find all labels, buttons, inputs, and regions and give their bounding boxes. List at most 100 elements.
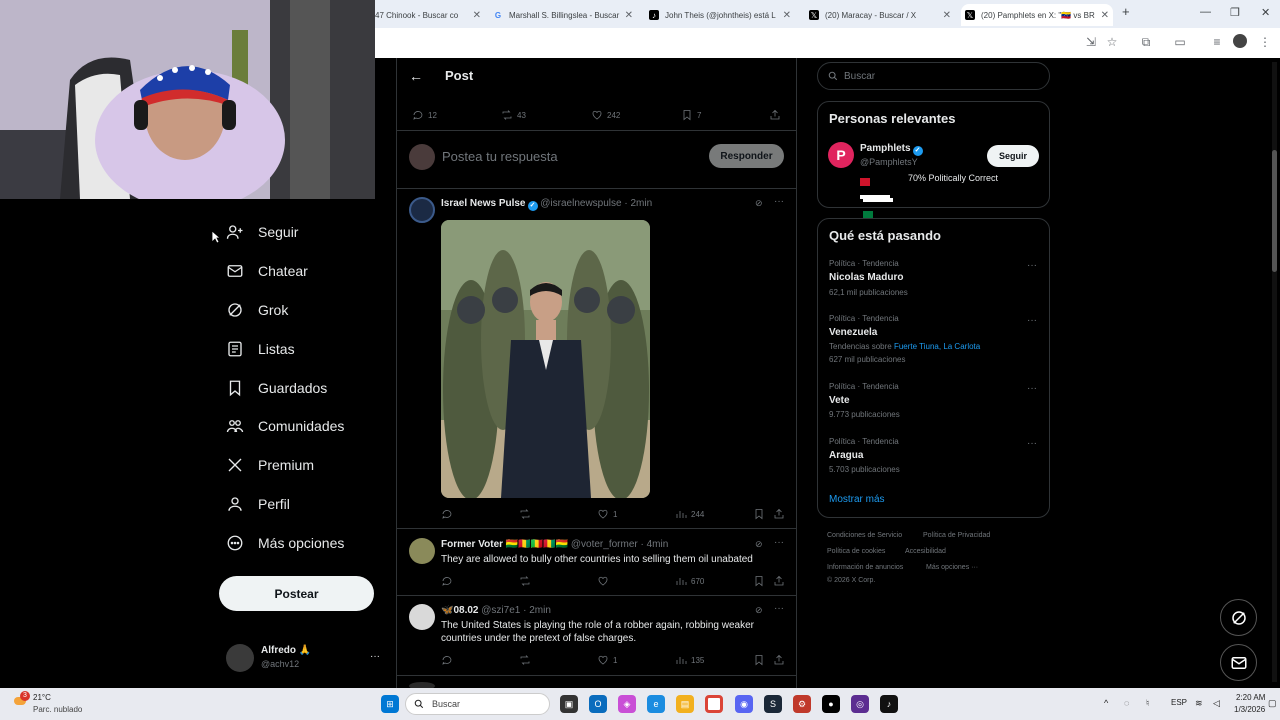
install-app-icon[interactable]: ⇲ xyxy=(1083,35,1099,49)
grok-icon[interactable]: ⊘ xyxy=(755,198,763,209)
minimize-button[interactable]: — xyxy=(1200,6,1211,18)
footer-link[interactable]: Más opciones ··· xyxy=(926,564,978,571)
reply-submit-button[interactable]: Responder xyxy=(709,144,784,168)
share-button[interactable] xyxy=(773,508,789,520)
sidebar-item-chatear[interactable]: Chatear xyxy=(226,256,308,286)
browser-tab[interactable]: G Marshall S. Billingslea - Buscar ✕ xyxy=(487,4,637,26)
reply-button[interactable] xyxy=(441,654,457,666)
browser-tab[interactable]: ♪ John Theis (@johntheis) está L ✕ xyxy=(645,4,795,26)
close-tab-icon[interactable]: ✕ xyxy=(1101,10,1109,21)
close-tab-icon[interactable]: ✕ xyxy=(625,10,633,21)
close-tab-icon[interactable]: ✕ xyxy=(783,10,791,21)
share-button[interactable] xyxy=(773,575,789,587)
game-launcher-icon[interactable]: ⚙ xyxy=(793,695,811,713)
bookmark-button[interactable]: 7 xyxy=(681,109,701,121)
footer-link[interactable]: Política de Privacidad xyxy=(923,532,990,539)
sidebar-item-grok[interactable]: Grok xyxy=(226,295,288,325)
grok-icon[interactable]: ⊘ xyxy=(755,539,763,550)
browser-tab[interactable]: 𝕏 (20) Maracay - Buscar / X ✕ xyxy=(805,4,955,26)
sidebar-item-perfil[interactable]: Perfil xyxy=(226,489,290,519)
language-indicator[interactable]: ESP xyxy=(1171,698,1187,707)
footer-link[interactable]: Política de cookies xyxy=(827,548,885,555)
mic-tray-icon[interactable]: ♮ xyxy=(1146,698,1149,709)
avatar[interactable] xyxy=(409,604,435,630)
views-button[interactable]: 244 xyxy=(675,508,704,520)
menu-kebab-icon[interactable]: ⋮ xyxy=(1257,35,1273,49)
like-button[interactable]: 1 xyxy=(597,654,617,666)
network-tray-icon[interactable]: ◌ xyxy=(1124,698,1129,708)
show-more-link[interactable]: Mostrar más xyxy=(829,494,885,505)
tweet-image[interactable] xyxy=(441,220,650,498)
avatar[interactable] xyxy=(409,538,435,564)
clock-time[interactable]: 2:20 AM xyxy=(1236,693,1265,702)
views-button[interactable]: 135 xyxy=(675,654,704,666)
close-tab-icon[interactable]: ✕ xyxy=(473,10,481,21)
repost-button[interactable] xyxy=(519,654,535,666)
obs-icon[interactable]: ● xyxy=(822,695,840,713)
copilot-icon[interactable]: ◈ xyxy=(618,695,636,713)
trend-more-icon[interactable]: ··· xyxy=(1027,260,1037,271)
footer-link[interactable]: Información de anuncios xyxy=(827,564,903,571)
pamphlets-avatar[interactable]: P xyxy=(828,142,854,168)
clock-date[interactable]: 1/3/2026 xyxy=(1234,705,1265,714)
reply-button[interactable]: 12 xyxy=(412,109,437,121)
more-options-icon[interactable]: ··· xyxy=(774,537,784,548)
bookmark-button[interactable] xyxy=(753,654,769,666)
scrollbar-thumb[interactable] xyxy=(1272,150,1277,272)
messages-float-button[interactable] xyxy=(1220,644,1257,681)
app-icon[interactable]: ◎ xyxy=(851,695,869,713)
weather-icon[interactable]: 3 xyxy=(12,691,30,711)
tray-chevron-icon[interactable]: ^ xyxy=(1104,698,1108,708)
grok-icon[interactable]: ⊘ xyxy=(755,605,763,616)
like-button[interactable]: 242 xyxy=(591,109,620,121)
tiktok-icon[interactable]: ♪ xyxy=(880,695,898,713)
user-name[interactable]: Pamphlets ✓ xyxy=(860,143,923,156)
like-button[interactable]: 1 xyxy=(597,508,617,520)
notifications-icon[interactable]: ▢ xyxy=(1268,698,1277,709)
volume-tray-icon[interactable]: ◁ xyxy=(1213,698,1220,709)
post-button[interactable]: Postear xyxy=(219,576,374,611)
share-button[interactable] xyxy=(769,109,785,121)
chrome-icon[interactable] xyxy=(705,695,723,713)
new-tab-button[interactable]: + xyxy=(1122,4,1130,19)
close-window-button[interactable]: ✕ xyxy=(1261,6,1270,19)
cast-icon[interactable]: ▭ xyxy=(1172,35,1188,49)
tweet-author[interactable]: 🦋08.02 @szi7e1 · 2min xyxy=(441,605,551,616)
share-button[interactable] xyxy=(773,654,789,666)
footer-link[interactable]: Accesibilidad xyxy=(905,548,946,555)
sidebar-item-listas[interactable]: Listas xyxy=(226,334,295,364)
maximize-button[interactable]: ❐ xyxy=(1230,6,1240,19)
task-view-icon[interactable]: ▣ xyxy=(560,695,578,713)
outlook-icon[interactable]: O xyxy=(589,695,607,713)
account-more-button[interactable]: ··· xyxy=(370,651,380,662)
bookmark-button[interactable] xyxy=(753,508,769,520)
grok-float-button[interactable] xyxy=(1220,599,1257,636)
repost-button[interactable] xyxy=(519,508,535,520)
avatar[interactable] xyxy=(409,197,435,223)
trend-more-icon[interactable]: ··· xyxy=(1027,315,1037,326)
sidebar-item-comunidades[interactable]: Comunidades xyxy=(226,411,344,441)
follow-button[interactable]: Seguir xyxy=(987,145,1039,167)
views-button[interactable]: 670 xyxy=(675,575,704,587)
bookmark-button[interactable] xyxy=(753,575,769,587)
trend-more-icon[interactable]: ··· xyxy=(1027,383,1037,394)
reply-button[interactable] xyxy=(441,575,457,587)
bookmark-star-icon[interactable]: ☆ xyxy=(1104,35,1120,49)
sidebar-item-mas-opciones[interactable]: Más opciones xyxy=(226,528,344,558)
discord-icon[interactable]: ◉ xyxy=(735,695,753,713)
trend-more-icon[interactable]: ··· xyxy=(1027,438,1037,449)
windows-start-icon[interactable]: ⊞ xyxy=(381,695,399,713)
repost-button[interactable] xyxy=(519,575,535,587)
back-button[interactable]: ← xyxy=(409,68,423,84)
browser-tab-active[interactable]: 𝕏 (20) Pamphlets en X: "🇻🇪 vs BR ✕ xyxy=(961,4,1113,26)
tweet-author[interactable]: Former Voter 🇧🇴🇬🇳🇲🇱🇬🇳🇧🇴 @voter_former · … xyxy=(441,539,668,550)
more-options-icon[interactable]: ··· xyxy=(774,603,784,614)
steam-icon[interactable]: S xyxy=(764,695,782,713)
browser-tab[interactable]: 47 Chinook - Buscar co ✕ xyxy=(375,4,485,26)
file-explorer-icon[interactable]: ▤ xyxy=(676,695,694,713)
sidebar-item-premium[interactable]: Premium xyxy=(226,450,314,480)
close-tab-icon[interactable]: ✕ xyxy=(943,10,951,21)
media-icon[interactable]: ≡ xyxy=(1209,35,1225,49)
wifi-tray-icon[interactable]: ≋ xyxy=(1195,698,1203,709)
tweet-author[interactable]: Israel News Pulse ✓ @israelnewspulse · 2m… xyxy=(441,198,652,211)
